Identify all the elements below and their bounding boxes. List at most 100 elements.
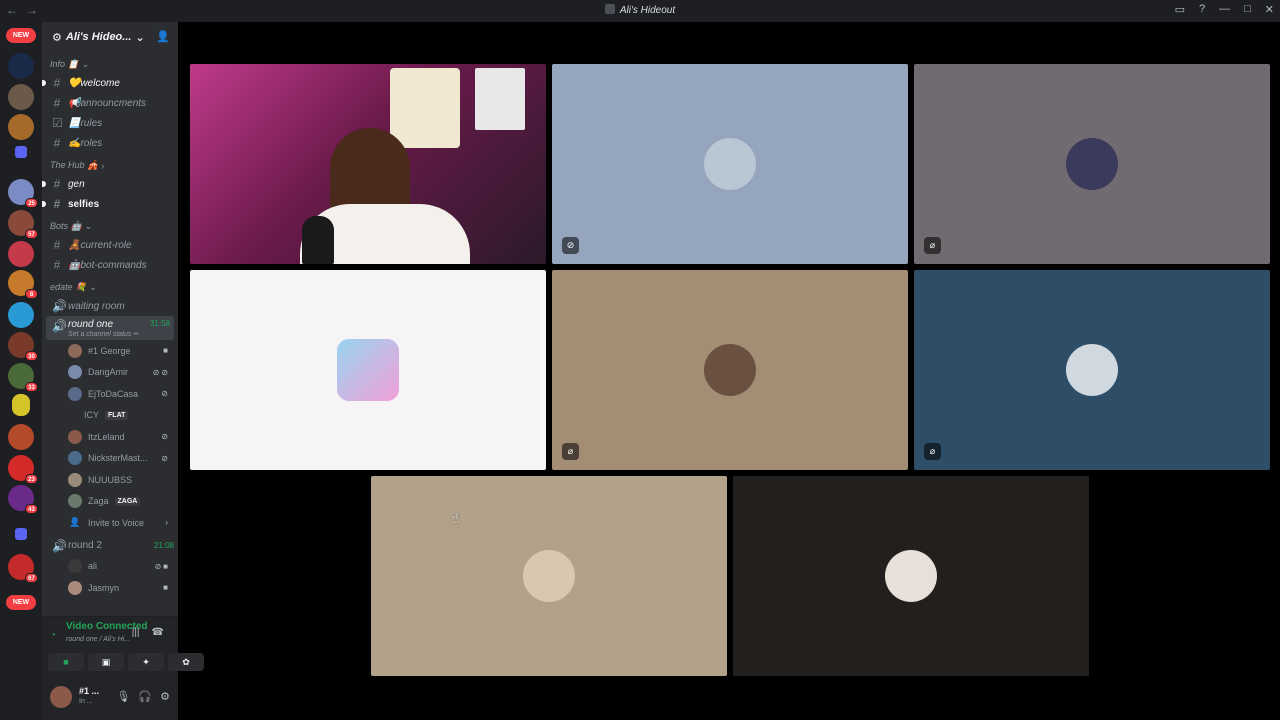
channel-timer: 21:08 (153, 541, 174, 550)
hand-cursor-icon: ☝ (451, 510, 460, 526)
user-name[interactable]: #1 ... (79, 686, 99, 696)
tile-2[interactable]: ⊘ (552, 64, 908, 264)
category-info[interactable]: Info 📋 ⌄ (42, 56, 178, 73)
voice-user-jasmyn[interactable]: Jasmyn ■ (42, 577, 178, 599)
tile-5[interactable]: ⌀ (552, 270, 908, 470)
noise-suppression-icon[interactable]: ||| (132, 627, 140, 638)
tile-7[interactable] (371, 476, 727, 676)
headphones-icon[interactable]: 🎧 (138, 690, 152, 703)
channel-round-one[interactable]: 🔊 round one 31:58 Set a channel status ✏ (46, 316, 174, 340)
avatar[interactable] (50, 686, 72, 708)
server-icon-6[interactable]: 8 (8, 270, 38, 299)
server-icon-4[interactable]: 57 (8, 210, 38, 239)
server-icon-5[interactable] (8, 241, 34, 267)
new-badge-bottom[interactable]: NEW (6, 595, 36, 610)
close-icon[interactable]: ✕ (1265, 3, 1274, 16)
folder-icon[interactable] (15, 146, 27, 158)
mic-off-icon: ⊘■ (154, 561, 170, 571)
server-icon-10[interactable] (12, 394, 30, 416)
category-edate[interactable]: edate 💐 ⌄ (42, 279, 178, 296)
voice-connection-panel: ◔ Video Connected round one / Ali's Hi..… (42, 616, 204, 676)
guild-tag: FLAT (105, 410, 129, 420)
avatar (885, 550, 937, 602)
mic-off-icon: ⊘ (161, 432, 170, 442)
server-icon-8[interactable]: 30 (8, 332, 38, 361)
tile-8[interactable] (733, 476, 1089, 676)
mic-off-icon: ⌀ (924, 237, 941, 254)
channel-status[interactable]: Set a channel status ✏ (68, 330, 139, 338)
chevron-down-icon: ⌄ (81, 59, 90, 69)
microphone-icon[interactable]: 🎙 (116, 690, 130, 703)
new-badge[interactable]: NEW (6, 28, 36, 43)
inbox-icon[interactable]: ▭ (1175, 3, 1185, 16)
voice-user-nickster[interactable]: NicksterMast... ⊘ (42, 448, 178, 470)
voice-user-zaga[interactable]: Zaga ZAGA (42, 491, 178, 513)
gear-icon[interactable]: ⚙ (160, 690, 170, 703)
user-status: In ... (79, 698, 93, 705)
hash-icon: # (53, 197, 61, 211)
channel-welcome[interactable]: # 💛welcome (42, 73, 178, 93)
chevron-down-icon: ⌄ (89, 282, 97, 292)
tile-4[interactable] (190, 270, 546, 470)
help-icon[interactable]: ? (1199, 3, 1205, 16)
channel-waiting-room[interactable]: 🔊 waiting room (42, 296, 178, 316)
avatar (68, 343, 82, 358)
server-icon-9[interactable]: 33 (8, 363, 38, 392)
avatar (68, 429, 82, 444)
server-icon-7[interactable] (8, 302, 34, 328)
server-icon-1[interactable] (8, 84, 34, 110)
server-rail: NEW 25 57 8 30 33 23 43 67 NEW (0, 22, 42, 720)
channel-rules[interactable]: ☑ 📃rules (42, 113, 178, 133)
invite-to-voice[interactable]: 👤 Invite to Voice › (42, 512, 178, 534)
title-bar: ← → Ali's Hideout ▭ ? — □ ✕ (0, 0, 1280, 22)
avatar (1066, 344, 1118, 396)
server-icon-3[interactable]: 25 (8, 179, 38, 208)
channel-round-2[interactable]: 🔊 round 2 21:08 (42, 536, 178, 556)
voice-user-dangamir[interactable]: DangAmir ⊘⊘ (42, 362, 178, 384)
tile-3[interactable]: ⌀ (914, 64, 1270, 264)
camera-button[interactable]: ■ (48, 653, 84, 671)
channel-selfies[interactable]: # selfies (42, 194, 178, 214)
voice-user-itzleland[interactable]: ItzLeland ⊘ (42, 426, 178, 448)
channel-announcments[interactable]: # 📢announcments (42, 93, 178, 113)
voice-user-icy[interactable]: ICY FLAT (42, 405, 178, 427)
soundboard-button[interactable]: ✿ (168, 653, 204, 671)
server-settings-icon: ⚙ (52, 31, 62, 44)
tile-6[interactable]: ⌀ (914, 270, 1270, 470)
category-hub[interactable]: The Hub 🎪 › (42, 157, 178, 174)
folder-icon-2[interactable] (15, 528, 27, 540)
mic-off-icon: ⌀ (562, 443, 579, 460)
hash-icon: # (53, 136, 61, 150)
streamer-tile[interactable] (190, 64, 546, 264)
poster-image (390, 68, 460, 148)
signal-icon[interactable]: ◔ (50, 630, 56, 641)
channel-current-role[interactable]: # 🧸current-role (42, 235, 178, 255)
server-icon-12[interactable]: 23 (8, 455, 38, 484)
category-bots[interactable]: Bots 🤖 ⌄ (42, 218, 178, 235)
server-header[interactable]: ⚙ Ali's Hideo... ⌄ 👤 (42, 22, 178, 52)
channel-gen[interactable]: # gen (42, 174, 178, 194)
disconnect-icon[interactable]: ☎ (152, 627, 164, 638)
voice-channel-sub[interactable]: round one / Ali's Hi... (66, 636, 130, 643)
server-icon-11[interactable] (8, 424, 34, 450)
screen-share-button[interactable]: ▣ (88, 653, 124, 671)
avatar (704, 344, 756, 396)
channel-bot-commands[interactable]: # 🤖bot-commands (42, 255, 178, 275)
mic-off-icon: ⌀ (924, 443, 941, 460)
avatar (523, 550, 575, 602)
server-icon-13[interactable]: 43 (8, 485, 38, 514)
chevron-right-icon: › (101, 160, 105, 171)
maximize-icon[interactable]: □ (1244, 3, 1251, 16)
voice-user-ejtodacasa[interactable]: EjToDaCasa ⊘ (42, 383, 178, 405)
server-icon-14[interactable]: 67 (8, 554, 38, 583)
video-off-icon: ⊘ (562, 237, 579, 254)
minimize-icon[interactable]: — (1219, 3, 1230, 16)
server-icon-2[interactable] (8, 114, 34, 140)
voice-user-george[interactable]: #1 George ■ (42, 340, 178, 362)
voice-user-nuuubss[interactable]: NUUUBSS (42, 469, 178, 491)
add-user-icon[interactable]: 👤 (156, 30, 170, 43)
activities-button[interactable]: ✦ (128, 653, 164, 671)
channel-roles[interactable]: # ✍️roles (42, 133, 178, 153)
server-icon-home[interactable] (8, 53, 34, 79)
voice-user-ali[interactable]: ali ⊘■ (42, 556, 178, 578)
